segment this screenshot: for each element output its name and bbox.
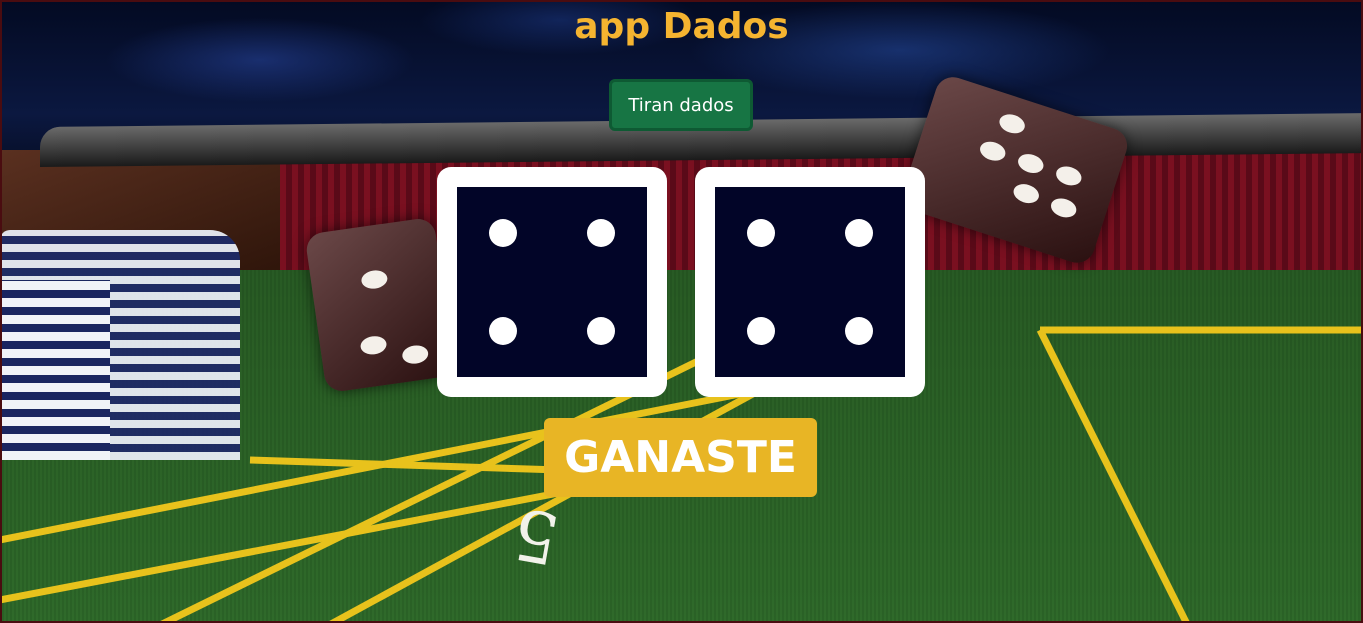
die-pip	[746, 317, 775, 346]
felt-number-graphic: 5	[507, 491, 565, 579]
die-pip	[587, 317, 616, 346]
die-2	[695, 167, 925, 397]
die-pip	[488, 317, 517, 346]
background-die-left	[304, 216, 456, 394]
die-pip	[587, 218, 616, 247]
roll-dice-button[interactable]: Tiran dados	[609, 79, 753, 131]
die-2-face	[715, 187, 905, 377]
app-title: app Dados	[574, 6, 789, 47]
background-chips-front	[0, 280, 110, 460]
die-pip	[845, 218, 874, 247]
die-pip	[845, 317, 874, 346]
die-pip	[488, 218, 517, 247]
die-1	[437, 167, 667, 397]
die-1-face	[457, 187, 647, 377]
die-pip	[746, 218, 775, 247]
result-badge: GANASTE	[544, 418, 817, 497]
